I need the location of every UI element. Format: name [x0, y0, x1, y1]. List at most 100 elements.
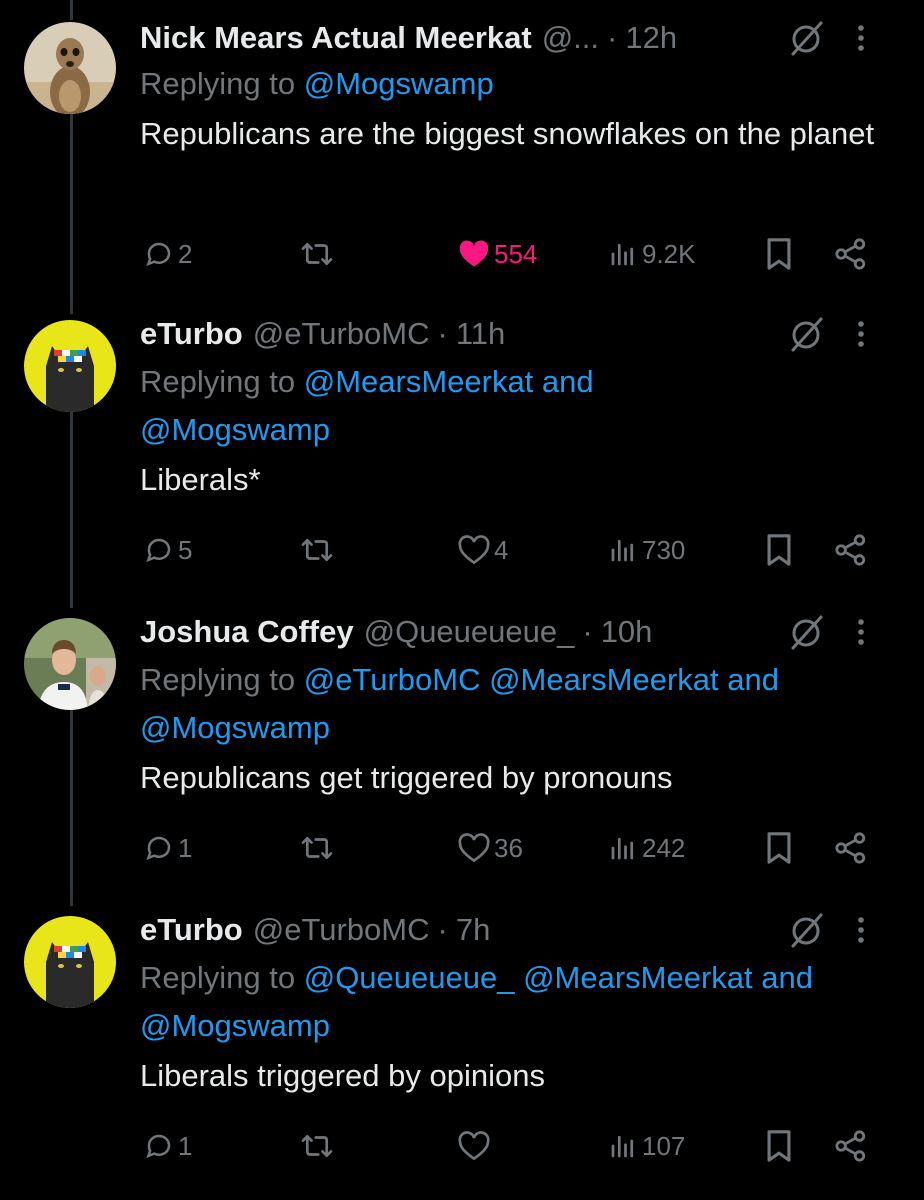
tweet-actions: 2 554 9.2K: [140, 234, 900, 274]
like-button[interactable]: 36: [458, 828, 523, 868]
views-button[interactable]: 107: [608, 1126, 685, 1166]
view-count: 730: [642, 534, 686, 565]
reply-count: 2: [178, 238, 193, 269]
heart-icon: [458, 1131, 490, 1161]
avatar[interactable]: [24, 916, 116, 1008]
share-button[interactable]: [834, 234, 868, 274]
views-button[interactable]: 242: [608, 828, 685, 868]
view-count: 107: [642, 1130, 686, 1161]
tweet-header: Nick Mears Actual Meerkat @... · 12h: [140, 18, 900, 58]
more-options-icon[interactable]: [856, 20, 866, 56]
username[interactable]: @Queueueue_: [364, 614, 575, 650]
mention-links[interactable]: @Mogswamp: [304, 66, 494, 101]
bookmark-icon: [767, 832, 791, 864]
bookmark-icon: [767, 534, 791, 566]
replying-to: Replying to @eTurboMC @MearsMeerkat and …: [140, 656, 900, 752]
view-count: 9.2K: [642, 238, 696, 269]
share-button[interactable]: [834, 828, 868, 868]
replying-to: Replying to @Queueueue_ @MearsMeerkat an…: [140, 954, 870, 1050]
replying-to-label: Replying to: [140, 66, 296, 101]
share-icon: [835, 534, 866, 566]
reply-button[interactable]: 1: [144, 828, 192, 868]
display-name[interactable]: Joshua Coffey: [140, 614, 354, 650]
username[interactable]: @eTurboMC: [253, 316, 430, 352]
views-icon: [611, 1135, 634, 1158]
reply-icon: [146, 1134, 171, 1159]
like-button[interactable]: 4: [458, 530, 508, 570]
retweet-icon: [301, 1134, 333, 1158]
tweet-header: eTurbo @eTurboMC · 11h: [140, 314, 900, 354]
timestamp[interactable]: 10h: [601, 614, 653, 650]
bookmark-icon: [767, 238, 791, 270]
display-name[interactable]: eTurbo: [140, 912, 243, 948]
bookmark-icon: [767, 1130, 791, 1162]
heart-icon: [458, 833, 490, 863]
like-count: 4: [494, 534, 509, 565]
tweet-actions: 1 107: [140, 1126, 900, 1166]
retweet-icon: [301, 538, 333, 562]
more-options-icon[interactable]: [856, 316, 866, 352]
replying-to-label: Replying to: [140, 960, 296, 995]
retweet-icon: [301, 242, 333, 266]
view-count: 242: [642, 832, 686, 863]
person-avatar: [24, 618, 116, 710]
tweet-actions: 5 4 730: [140, 530, 900, 570]
avatar[interactable]: [24, 320, 116, 412]
replying-to: Replying to @MearsMeerkat and @Mogswamp: [140, 358, 780, 454]
reply-button[interactable]: 2: [144, 234, 192, 274]
cat-avatar: [24, 916, 116, 1008]
separator-dot: ·: [437, 316, 448, 351]
cat-avatar: [24, 320, 116, 412]
share-button[interactable]: [834, 530, 868, 570]
replying-to-label: Replying to: [140, 364, 296, 399]
timestamp[interactable]: 7h: [456, 912, 490, 948]
tweet[interactable]: eTurbo @eTurboMC · 7h Replying to @Queue…: [0, 896, 924, 1200]
timestamp[interactable]: 12h: [625, 20, 677, 56]
share-icon: [835, 1130, 866, 1162]
reply-button[interactable]: 1: [144, 1126, 192, 1166]
grok-icon[interactable]: [790, 612, 824, 652]
views-button[interactable]: 730: [608, 530, 685, 570]
more-options-icon[interactable]: [856, 614, 866, 650]
tweet-text: Liberals*: [140, 462, 261, 497]
tweet[interactable]: Joshua Coffey @Queueueue_ · 10h Replying…: [0, 598, 924, 896]
reply-count: 1: [178, 832, 193, 863]
bookmark-button[interactable]: [764, 530, 794, 570]
bookmark-button[interactable]: [764, 234, 794, 274]
bookmark-button[interactable]: [764, 828, 794, 868]
tweet-text: Republicans are the biggest snowflakes o…: [140, 116, 875, 151]
more-options-icon[interactable]: [856, 912, 866, 948]
views-button[interactable]: 9.2K: [608, 234, 696, 274]
timestamp[interactable]: 11h: [456, 316, 505, 352]
reply-button[interactable]: 5: [144, 530, 192, 570]
avatar[interactable]: [24, 618, 116, 710]
retweet-button[interactable]: [300, 1126, 338, 1166]
grok-icon[interactable]: [790, 314, 824, 354]
reply-count: 5: [178, 534, 193, 565]
tweet[interactable]: Nick Mears Actual Meerkat @... · 12h Rep…: [0, 0, 924, 300]
avatar[interactable]: [24, 22, 116, 114]
display-name[interactable]: eTurbo: [140, 316, 243, 352]
bookmark-button[interactable]: [764, 1126, 794, 1166]
meerkat-avatar: [24, 22, 116, 114]
views-icon: [611, 837, 634, 860]
tweet[interactable]: eTurbo @eTurboMC · 11h Replying to @Mear…: [0, 300, 924, 598]
reply-icon: [146, 836, 171, 861]
like-button[interactable]: [458, 1126, 494, 1166]
like-count: 36: [494, 832, 523, 863]
share-icon: [835, 238, 866, 270]
separator-dot: ·: [607, 20, 618, 55]
retweet-button[interactable]: [300, 234, 338, 274]
grok-icon[interactable]: [790, 18, 824, 58]
retweet-button[interactable]: [300, 828, 338, 868]
retweet-button[interactable]: [300, 530, 338, 570]
like-button[interactable]: 554: [458, 234, 537, 274]
username[interactable]: @...: [542, 20, 599, 56]
share-button[interactable]: [834, 1126, 868, 1166]
tweet-text: Republicans get triggered by pronouns: [140, 760, 673, 795]
grok-icon[interactable]: [790, 910, 824, 950]
separator-dot: ·: [582, 614, 593, 649]
display-name[interactable]: Nick Mears Actual Meerkat: [140, 20, 532, 56]
username[interactable]: @eTurboMC: [253, 912, 430, 948]
reply-icon: [146, 242, 171, 267]
